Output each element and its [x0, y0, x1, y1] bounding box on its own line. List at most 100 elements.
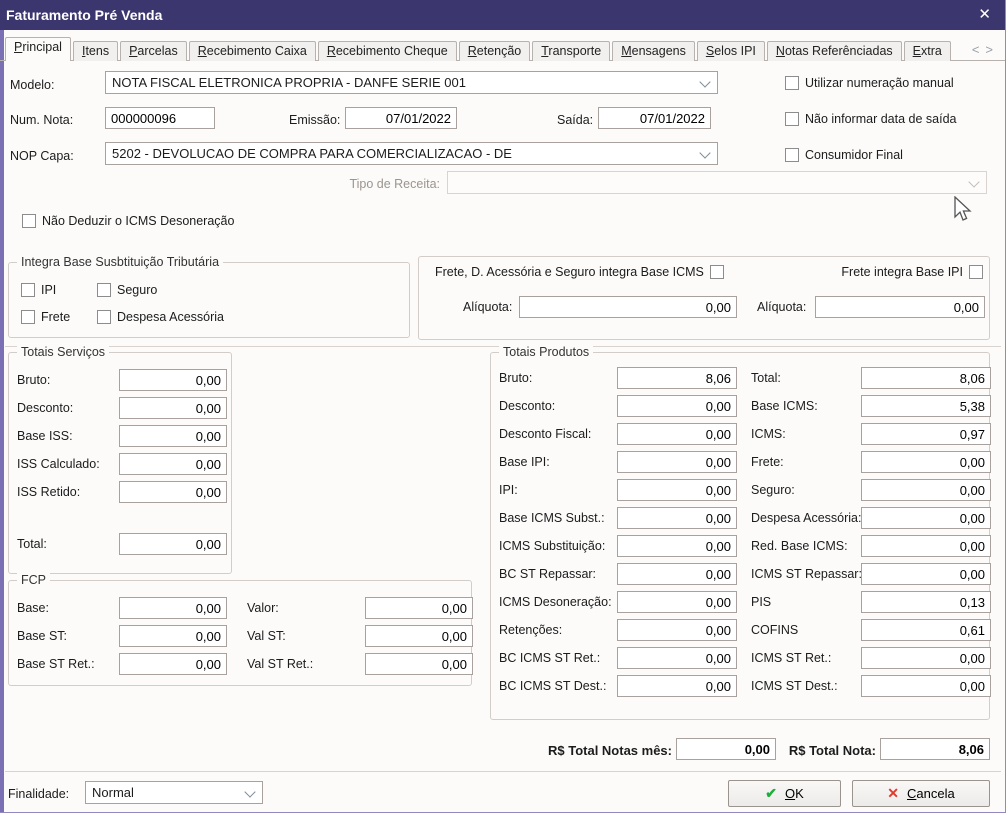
totais-servicos-group: Totais Serviços Bruto: Desconto: Base IS… — [8, 352, 232, 574]
field-label: ICMS ST Ret.: — [751, 651, 831, 665]
field-input[interactable] — [119, 481, 227, 503]
total-nota-input[interactable] — [880, 738, 990, 760]
field-input[interactable] — [617, 563, 737, 585]
tab-notas-referenciadas[interactable]: Notas Referênciadas — [767, 41, 902, 61]
total-notas-mes-input[interactable] — [676, 738, 776, 760]
modelo-combo[interactable]: NOTA FISCAL ELETRONICA PROPRIA - DANFE S… — [105, 71, 718, 94]
checkbox-box[interactable] — [97, 283, 111, 297]
tab-extra[interactable]: Extra — [904, 41, 951, 61]
tab-retencao[interactable]: Retenção — [459, 41, 531, 61]
field-input[interactable] — [365, 653, 473, 675]
field-input[interactable] — [861, 619, 991, 641]
aliquota-ipi-input[interactable] — [815, 296, 985, 318]
group-title: FCP — [17, 573, 50, 587]
field-input[interactable] — [119, 533, 227, 555]
frete-integra-ipi-checkbox[interactable]: Frete integra Base IPI — [841, 265, 983, 279]
window-left-border — [0, 30, 4, 813]
field-input[interactable] — [861, 479, 991, 501]
field-label: ICMS: — [751, 427, 786, 441]
field-label: Base ST Ret.: — [17, 657, 95, 671]
field-input[interactable] — [617, 535, 737, 557]
num-nota-input[interactable] — [105, 107, 215, 129]
field-label: Bruto: — [499, 371, 532, 385]
field-input[interactable] — [861, 647, 991, 669]
checkbox-box[interactable] — [710, 265, 724, 279]
field-input[interactable] — [861, 507, 991, 529]
checkbox-box[interactable] — [969, 265, 983, 279]
ok-button[interactable]: ✔ OK — [728, 780, 841, 807]
nop-capa-combo[interactable]: 5202 - DEVOLUCAO DE COMPRA PARA COMERCIA… — [105, 142, 718, 165]
tab-scroll-right-icon[interactable]: > — [985, 42, 999, 57]
frete-checkbox[interactable]: Frete — [21, 310, 70, 324]
finalidade-combo[interactable]: Normal — [85, 781, 263, 804]
tab-transporte[interactable]: Transporte — [532, 41, 610, 61]
tab-scroll-arrows[interactable]: <> — [972, 42, 999, 57]
tab-mensagens[interactable]: Mensagens — [612, 41, 695, 61]
checkbox-box[interactable] — [21, 310, 35, 324]
field-input[interactable] — [861, 423, 991, 445]
tab-itens[interactable]: Itens — [73, 41, 118, 61]
field-input[interactable] — [617, 619, 737, 641]
tab-principal[interactable]: Principal — [5, 37, 71, 61]
field-input[interactable] — [861, 367, 991, 389]
checkbox-box[interactable] — [22, 214, 36, 228]
field-input[interactable] — [861, 563, 991, 585]
field-input[interactable] — [119, 625, 227, 647]
nao-deduzir-icms-checkbox[interactable]: Não Deduzir o ICMS Desoneração — [22, 214, 234, 228]
field-input[interactable] — [617, 479, 737, 501]
field-input[interactable] — [861, 451, 991, 473]
tab-recebimento-caixa[interactable]: Recebimento Caixa — [189, 41, 316, 61]
field-input[interactable] — [617, 423, 737, 445]
cancela-button-label: Cancela — [907, 786, 955, 801]
tab-parcelas[interactable]: Parcelas — [120, 41, 187, 61]
checkbox-box[interactable] — [785, 112, 799, 126]
field-input[interactable] — [119, 453, 227, 475]
field-input[interactable] — [617, 367, 737, 389]
field-label: BC ICMS ST Ret.: — [499, 651, 600, 665]
field-input[interactable] — [861, 535, 991, 557]
checkbox-box[interactable] — [21, 283, 35, 297]
field-input[interactable] — [365, 597, 473, 619]
seguro-checkbox[interactable]: Seguro — [97, 283, 157, 297]
tab-recebimento-cheque[interactable]: Recebimento Cheque — [318, 41, 457, 61]
nao-informar-saida-checkbox[interactable]: Não informar data de saída — [785, 112, 956, 126]
field-input[interactable] — [861, 675, 991, 697]
saida-input[interactable] — [598, 107, 711, 129]
field-input[interactable] — [861, 591, 991, 613]
field-input[interactable] — [365, 625, 473, 647]
field-label: Valor: — [247, 601, 279, 615]
frete-integra-icms-checkbox[interactable]: Frete, D. Acessória e Seguro integra Bas… — [435, 265, 724, 279]
field-input[interactable] — [119, 597, 227, 619]
tipo-receita-combo[interactable] — [447, 171, 987, 194]
field-input[interactable] — [617, 451, 737, 473]
aliquota-ipi-label: Alíquota: — [757, 300, 806, 314]
emissao-input[interactable] — [345, 107, 457, 129]
tab-scroll-left-icon[interactable]: < — [972, 42, 986, 57]
checkbox-box[interactable] — [785, 148, 799, 162]
field-input[interactable] — [617, 507, 737, 529]
tab-selos-ipi[interactable]: Selos IPI — [697, 41, 765, 61]
field-input[interactable] — [119, 369, 227, 391]
field-row: ISS Calculado: — [17, 453, 227, 475]
consumidor-final-checkbox[interactable]: Consumidor Final — [785, 148, 903, 162]
field-input[interactable] — [119, 425, 227, 447]
field-input[interactable] — [617, 591, 737, 613]
ipi-checkbox[interactable]: IPI — [21, 283, 56, 297]
field-input[interactable] — [617, 675, 737, 697]
field-input[interactable] — [861, 395, 991, 417]
cancela-button[interactable]: ✕ Cancela — [852, 780, 990, 807]
field-input[interactable] — [617, 395, 737, 417]
checkbox-box[interactable] — [785, 76, 799, 90]
aliquota-icms-input[interactable] — [519, 296, 737, 318]
field-input[interactable] — [617, 647, 737, 669]
utilizar-numeracao-checkbox[interactable]: Utilizar numeração manual — [785, 76, 954, 90]
despesa-acessoria-checkbox[interactable]: Despesa Acessória — [97, 310, 224, 324]
field-input[interactable] — [119, 397, 227, 419]
modelo-label: Modelo: — [10, 78, 54, 92]
field-input[interactable] — [119, 653, 227, 675]
field-label: Val ST: — [247, 629, 286, 643]
field-label: BC ICMS ST Dest.: — [499, 679, 606, 693]
field-label: ICMS Substituição: — [499, 539, 605, 553]
close-icon[interactable]: ✕ — [978, 5, 991, 23]
checkbox-box[interactable] — [97, 310, 111, 324]
